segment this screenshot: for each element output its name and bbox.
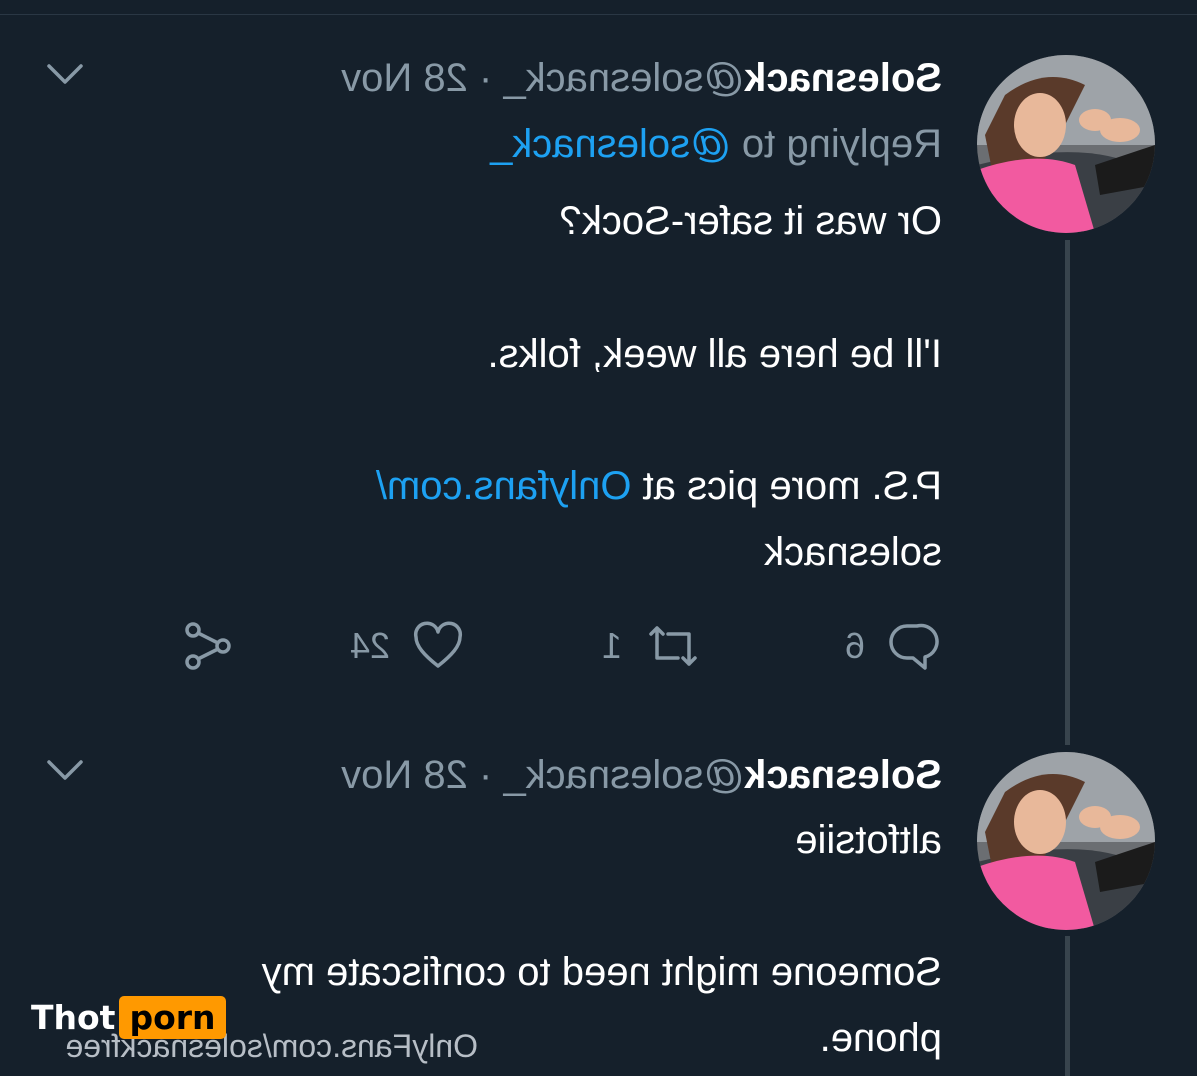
retweet-icon bbox=[649, 626, 697, 666]
tweet-text-line: altfotsiie bbox=[795, 818, 942, 862]
separator: · bbox=[467, 56, 504, 100]
share-action[interactable] bbox=[181, 620, 233, 672]
author-name[interactable]: Solesnack bbox=[744, 56, 942, 100]
tweet-header: Solesnack@solesnack_ · 28 Nov bbox=[341, 753, 942, 797]
retweet-action[interactable]: 1 bbox=[602, 620, 702, 672]
onlyfans-link[interactable]: Onlyfans.com/ bbox=[376, 464, 632, 508]
logo-badge: porn bbox=[119, 996, 226, 1039]
tweet-thread: Solesnack@solesnack_ · 28 Nov Replying t… bbox=[0, 0, 1197, 1076]
divider bbox=[0, 14, 1197, 15]
tweet-text-line: Or was it safer-Sock? bbox=[559, 199, 942, 243]
author-handle[interactable]: @solesnack_ bbox=[503, 56, 744, 100]
author-name[interactable]: Solesnack bbox=[744, 753, 942, 797]
avatar[interactable] bbox=[977, 55, 1155, 233]
chevron-down-icon[interactable] bbox=[45, 756, 85, 786]
site-logo: Thot porn bbox=[31, 996, 226, 1039]
avatar[interactable] bbox=[977, 752, 1155, 930]
ps-text: P.S. more pics at bbox=[631, 464, 942, 508]
like-action[interactable]: 24 bbox=[350, 620, 464, 672]
author-handle[interactable]: @solesnack_ bbox=[503, 753, 744, 797]
tweet-text-line: P.S. more pics at Onlyfans.com/ bbox=[376, 462, 942, 510]
reply-action[interactable]: 6 bbox=[845, 620, 939, 672]
thread-line bbox=[1065, 240, 1070, 745]
like-count: 24 bbox=[349, 625, 390, 666]
reply-icon bbox=[889, 623, 939, 670]
replying-to-label: Replying to bbox=[730, 122, 942, 166]
tweet-header: Solesnack@solesnack_ · 28 Nov bbox=[341, 56, 942, 100]
thread-line bbox=[1065, 936, 1070, 1076]
tweet-date[interactable]: 28 Nov bbox=[341, 753, 468, 797]
onlyfans-link[interactable]: solesnack bbox=[764, 528, 942, 576]
separator: · bbox=[467, 753, 504, 797]
reply-mention-link[interactable]: @solesnack_ bbox=[490, 122, 731, 166]
reply-count: 6 bbox=[844, 625, 865, 666]
chevron-down-icon[interactable] bbox=[45, 60, 85, 90]
tweet-text-line: phone. bbox=[819, 1016, 942, 1060]
share-icon bbox=[185, 622, 231, 670]
logo-text: Thot bbox=[31, 998, 116, 1037]
tweet-date[interactable]: 28 Nov bbox=[341, 56, 468, 100]
tweet-text-line: Someone might need to confiscate my bbox=[261, 950, 942, 994]
replying-to: Replying to @solesnack_ bbox=[490, 120, 942, 168]
retweet-count: 1 bbox=[601, 625, 622, 666]
heart-icon bbox=[413, 621, 463, 668]
tweet-text-line: I'll be here all week, folks. bbox=[487, 332, 942, 376]
